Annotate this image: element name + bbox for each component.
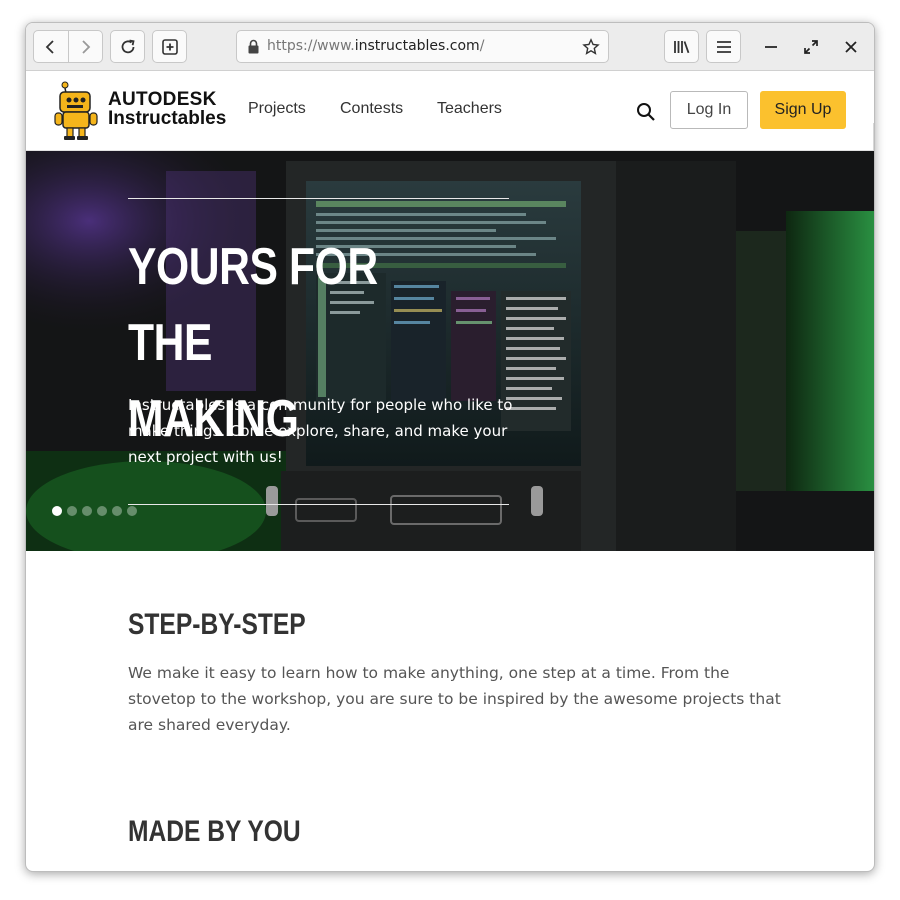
nav-projects[interactable]: Projects (248, 100, 306, 118)
section-title-made-by-you: MADE BY YOU (128, 815, 301, 848)
minimize-button[interactable] (759, 35, 783, 59)
hero-bottom-rule (128, 504, 509, 505)
signup-button[interactable]: Sign Up (760, 91, 846, 129)
nav-contests[interactable]: Contests (340, 100, 403, 118)
menu-button[interactable] (706, 30, 741, 63)
reload-button[interactable] (110, 30, 145, 63)
address-bar[interactable]: https://www.instructables.com/ (236, 30, 609, 63)
section-body-step-by-step: We make it easy to learn how to make any… (128, 664, 781, 734)
chevron-right-icon (82, 39, 91, 54)
carousel-dot-6[interactable] (127, 506, 137, 516)
section-title-step-by-step: STEP-BY-STEP (128, 608, 306, 641)
url-text: https://www.instructables.com/ (267, 38, 485, 54)
maximize-button[interactable] (799, 35, 823, 59)
site-logo[interactable]: AUTODESK Instructables (108, 90, 226, 128)
library-button[interactable] (664, 30, 699, 63)
minimize-icon (765, 46, 777, 48)
hero-top-rule (128, 198, 509, 199)
lock-icon (248, 39, 259, 54)
nav-teachers[interactable]: Teachers (437, 100, 502, 118)
hero-subtitle: Instructables is a community for people … (128, 396, 513, 466)
hero-title-line1: YOURS FOR THE (128, 238, 378, 372)
plus-box-icon (161, 38, 178, 55)
carousel-dot-1[interactable] (52, 506, 62, 516)
new-tab-button[interactable] (152, 30, 187, 63)
carousel-dot-4[interactable] (97, 506, 107, 516)
browser-window: https://www.instructables.com/ AUTODESK … (25, 22, 875, 872)
close-icon (845, 41, 857, 53)
instructables-robot-logo-icon[interactable] (54, 81, 100, 145)
nav-buttons (33, 30, 103, 63)
browser-toolbar: https://www.instructables.com/ (26, 23, 874, 71)
back-button[interactable] (34, 31, 68, 62)
reload-icon (121, 39, 135, 53)
hero-banner: YOURS FOR THE MAKING Instructables is a … (26, 151, 874, 551)
carousel-dots (52, 506, 137, 516)
login-button[interactable]: Log In (670, 91, 748, 129)
carousel-dot-5[interactable] (112, 506, 122, 516)
carousel-dot-3[interactable] (82, 506, 92, 516)
search-icon[interactable] (636, 102, 656, 122)
carousel-dot-2[interactable] (67, 506, 77, 516)
logo-line-instructables: Instructables (108, 108, 227, 129)
logo-line-autodesk: AUTODESK (108, 89, 217, 110)
bookmark-star-icon[interactable] (582, 38, 600, 56)
close-button[interactable] (839, 35, 863, 59)
library-icon (673, 40, 689, 53)
forward-button[interactable] (67, 31, 102, 62)
maximize-icon (804, 40, 818, 54)
chevron-left-icon (45, 39, 54, 54)
hamburger-icon (716, 40, 731, 53)
site-header: AUTODESK Instructables Projects Contests… (26, 71, 874, 197)
